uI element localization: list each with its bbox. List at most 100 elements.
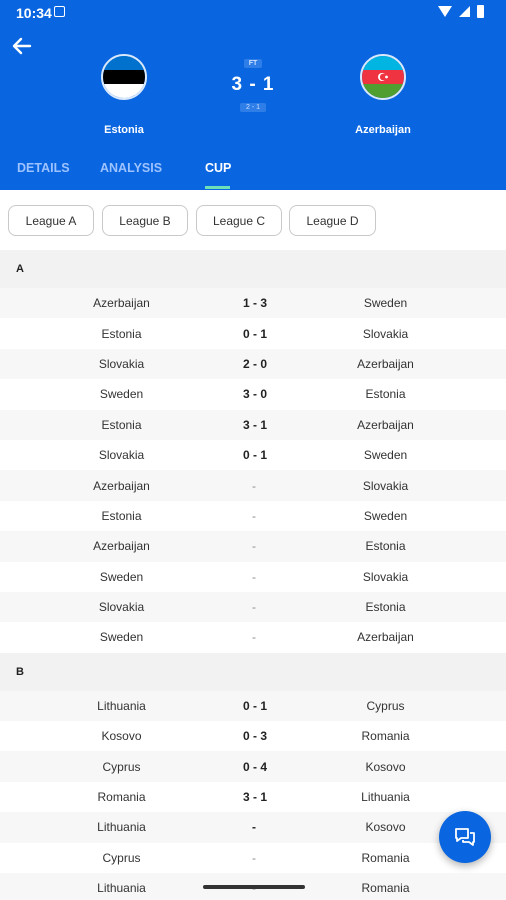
chat-button[interactable]: [439, 811, 491, 863]
table-row[interactable]: Slovakia - Estonia: [0, 591, 506, 623]
table-row[interactable]: Slovakia 2 - 0 Azerbaijan: [0, 348, 506, 380]
arrow-left-icon: [12, 37, 32, 55]
table-row[interactable]: Cyprus - Romania: [0, 843, 506, 873]
group-b-rows: Lithuania 0 - 1 Cyprus Kosovo 0 - 3 Romania …: [0, 690, 506, 900]
signal-icon: [459, 6, 470, 17]
tab-cup[interactable]: CUP: [205, 161, 231, 175]
match-status-badge: FT: [243, 59, 263, 68]
away-team-cell: Estonia: [365, 600, 406, 615]
home-team-cell: Slovakia: [98, 448, 145, 463]
crescent-star-icon: [378, 73, 388, 81]
estonia-flag-icon: [101, 54, 147, 100]
table-row[interactable]: Cyprus 0 - 4 Kosovo: [0, 751, 506, 782]
tab-details[interactable]: DETAILS: [17, 161, 70, 175]
score-cell: -: [252, 478, 256, 493]
score-cell: 0 - 1: [243, 698, 268, 713]
filter-league-d[interactable]: League D: [289, 205, 376, 236]
table-row[interactable]: Romania 3 - 1 Lithuania: [0, 782, 506, 812]
score-cell: -: [252, 850, 256, 865]
table-row[interactable]: Lithuania 0 - 1 Cyprus: [0, 690, 506, 722]
filter-league-a[interactable]: League A: [8, 205, 94, 236]
back-button[interactable]: [8, 32, 38, 60]
away-team-cell: Cyprus: [366, 698, 405, 713]
home-team[interactable]: Estonia: [64, 54, 184, 136]
match-score: 3 - 1: [231, 74, 275, 95]
table-row[interactable]: Kosovo 0 - 3 Romania: [0, 721, 506, 751]
away-team-cell: Slovakia: [362, 326, 409, 341]
match-tabs: DETAILS ANALYSIS CUP: [0, 158, 506, 190]
score-cell: 0 - 3: [243, 729, 268, 744]
score-cell: -: [252, 508, 256, 523]
tab-analysis[interactable]: ANALYSIS: [100, 161, 162, 175]
score-cell: -: [252, 630, 256, 645]
away-team-cell: Azerbaijan: [357, 356, 414, 371]
score-cell: 3 - 1: [243, 417, 268, 432]
away-team-cell: Azerbaijan: [357, 417, 414, 432]
status-bar: 10:34: [0, 0, 506, 26]
table-row[interactable]: Slovakia 0 - 1 Sweden: [0, 440, 506, 470]
score-cell: 2 - 0: [243, 356, 268, 371]
home-team-cell: Kosovo: [101, 729, 142, 744]
score-cell: -: [252, 569, 256, 584]
fixtures-list[interactable]: A Azerbaijan 1 - 3 Sweden Estonia 0 - 1 Slov…: [0, 250, 506, 900]
away-team-cell: Romania: [361, 729, 410, 744]
table-row[interactable]: Sweden - Azerbaijan: [0, 622, 506, 652]
away-team-cell: Estonia: [365, 387, 406, 402]
table-row[interactable]: Sweden - Slovakia: [0, 562, 506, 592]
home-team-cell: Sweden: [99, 387, 144, 402]
notification-icon: [54, 6, 65, 17]
status-time: 10:34: [16, 5, 52, 21]
group-header: B: [0, 652, 506, 691]
league-filter-bar: League A League B League C League D: [0, 190, 506, 250]
score-cell: 0 - 1: [243, 448, 268, 463]
score-cell: 0 - 1: [243, 326, 268, 341]
home-indicator[interactable]: [203, 885, 305, 889]
away-team-cell: Azerbaijan: [357, 630, 414, 645]
flag-stripe: [362, 56, 404, 70]
home-team-cell: Azerbaijan: [93, 296, 150, 311]
table-row[interactable]: Estonia - Sweden: [0, 501, 506, 531]
away-team-cell: Slovakia: [362, 569, 409, 584]
away-team[interactable]: Azerbaijan: [323, 54, 443, 136]
away-team-cell: Estonia: [365, 539, 406, 554]
away-team-cell: Sweden: [363, 448, 408, 463]
home-team-cell: Estonia: [101, 417, 142, 432]
home-team-cell: Sweden: [99, 569, 144, 584]
away-team-name: Azerbaijan: [355, 124, 411, 136]
status-icons: [438, 5, 484, 18]
flag-stripe: [103, 56, 145, 70]
home-team-cell: Lithuania: [97, 820, 146, 835]
flag-stripe: [103, 70, 145, 84]
table-row[interactable]: Azerbaijan - Slovakia: [0, 470, 506, 501]
table-row[interactable]: Estonia 0 - 1 Slovakia: [0, 318, 506, 348]
score-block: FT 3 - 1 2 - 1: [203, 52, 303, 114]
filter-league-c[interactable]: League C: [196, 205, 282, 236]
battery-icon: [477, 5, 484, 18]
home-team-cell: Slovakia: [98, 356, 145, 371]
tab-indicator: [205, 186, 230, 189]
wifi-icon: [438, 6, 452, 17]
table-row[interactable]: Lithuania - Kosovo: [0, 812, 506, 843]
score-cell: 3 - 1: [243, 790, 268, 805]
home-team-cell: Sweden: [99, 630, 144, 645]
away-team-cell: Kosovo: [365, 759, 406, 774]
table-row[interactable]: Azerbaijan - Estonia: [0, 531, 506, 562]
score-cell: -: [252, 539, 256, 554]
flag-stripe: [103, 84, 145, 98]
home-team-cell: Slovakia: [98, 600, 145, 615]
score-cell: -: [252, 600, 256, 615]
score-cell: -: [252, 820, 256, 835]
flag-stripe: [362, 84, 404, 98]
home-team-cell: Azerbaijan: [93, 539, 150, 554]
away-team-cell: Sweden: [363, 296, 408, 311]
group-a-rows: Azerbaijan 1 - 3 Sweden Estonia 0 - 1 Slovak…: [0, 288, 506, 653]
table-row[interactable]: Azerbaijan 1 - 3 Sweden: [0, 288, 506, 319]
table-row[interactable]: Estonia 3 - 1 Azerbaijan: [0, 409, 506, 440]
table-row[interactable]: Sweden 3 - 0 Estonia: [0, 379, 506, 409]
home-team-cell: Estonia: [101, 326, 142, 341]
chat-icon: [455, 828, 475, 846]
match-header: 10:34 Estonia FT 3 - 1 2 - 1 Azerbaijan …: [0, 0, 506, 190]
filter-league-b[interactable]: League B: [102, 205, 188, 236]
home-team-cell: Estonia: [101, 508, 142, 523]
group-header: A: [0, 250, 506, 288]
